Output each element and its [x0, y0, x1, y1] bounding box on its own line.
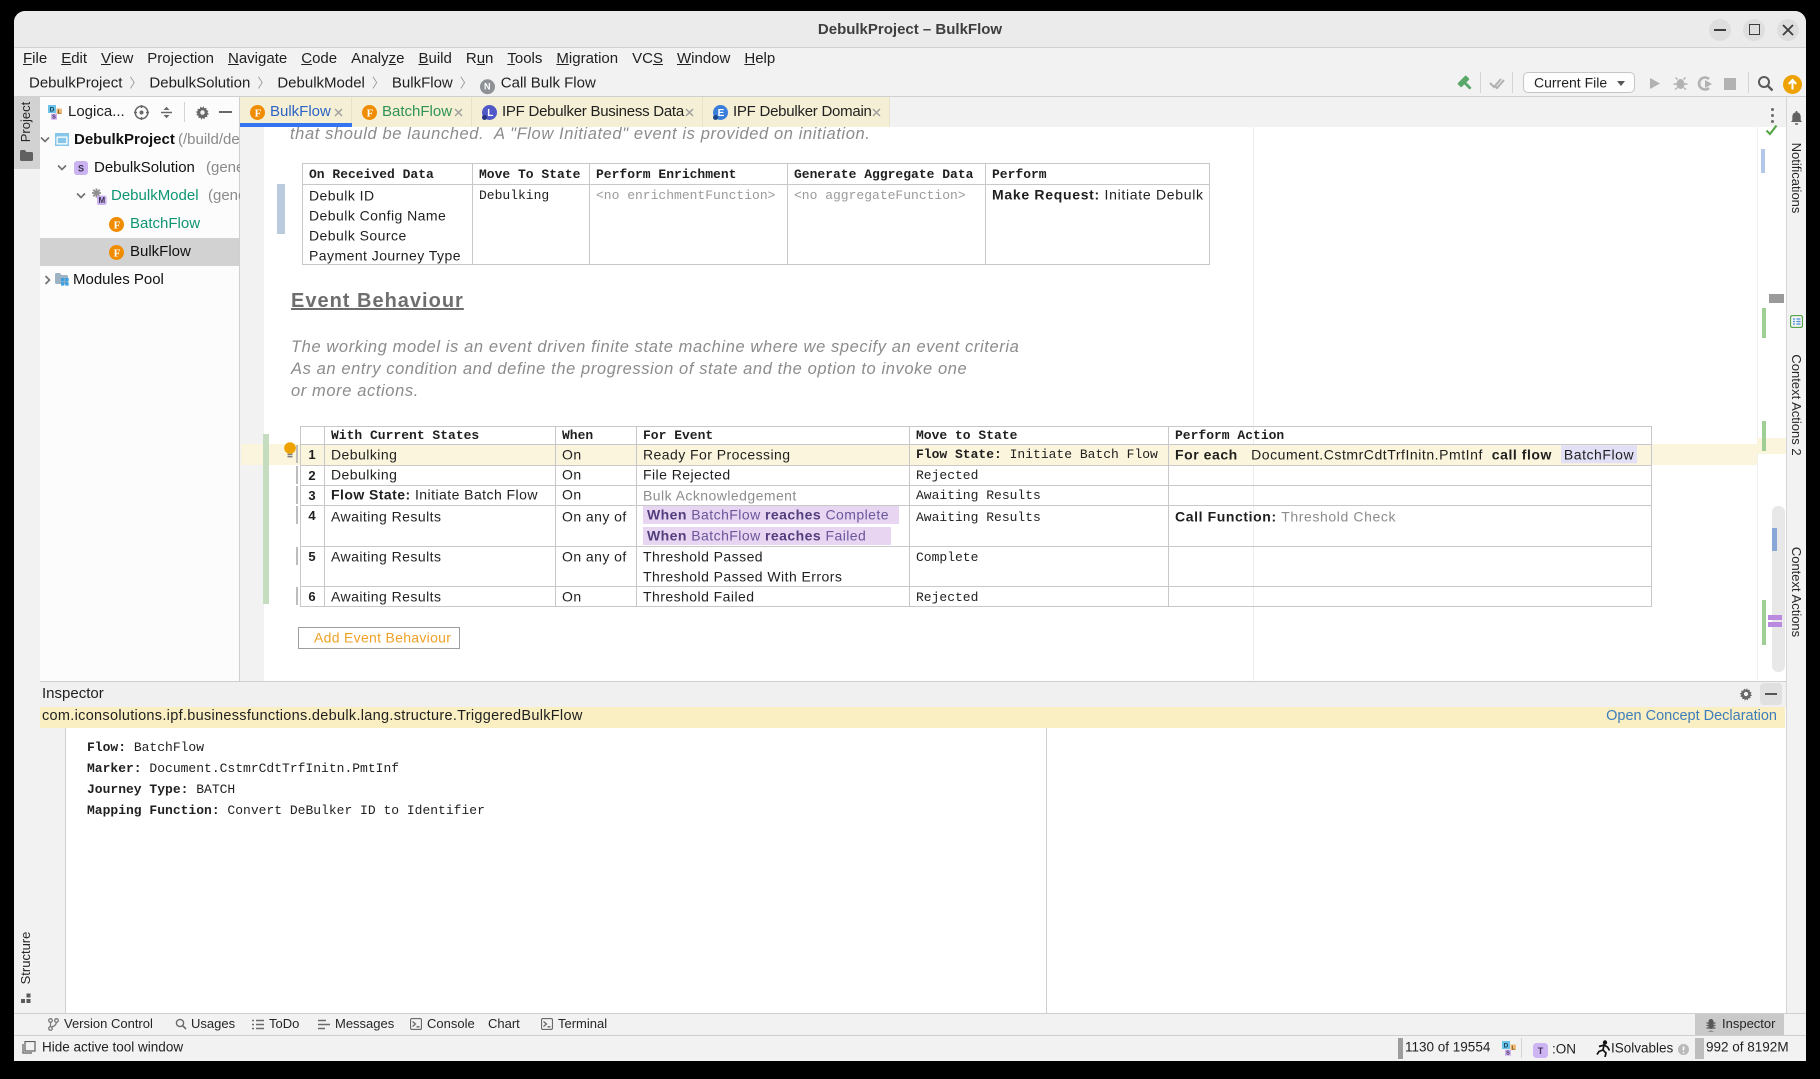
svg-text:D: D [50, 107, 55, 114]
svg-text:S: S [78, 164, 84, 174]
svg-text:F: F [367, 107, 374, 119]
svg-text:L: L [487, 108, 493, 119]
svg-text:E: E [718, 108, 725, 119]
svg-text:D: D [1504, 1043, 1509, 1050]
svg-text:F: F [114, 219, 121, 231]
svg-text:F: F [255, 107, 262, 119]
svg-text:M: M [98, 196, 105, 205]
svg-text:S: S [52, 115, 56, 120]
svg-text:T: T [1538, 1046, 1544, 1056]
svg-text:S: S [1506, 1051, 1510, 1056]
svg-text:F: F [114, 247, 121, 259]
